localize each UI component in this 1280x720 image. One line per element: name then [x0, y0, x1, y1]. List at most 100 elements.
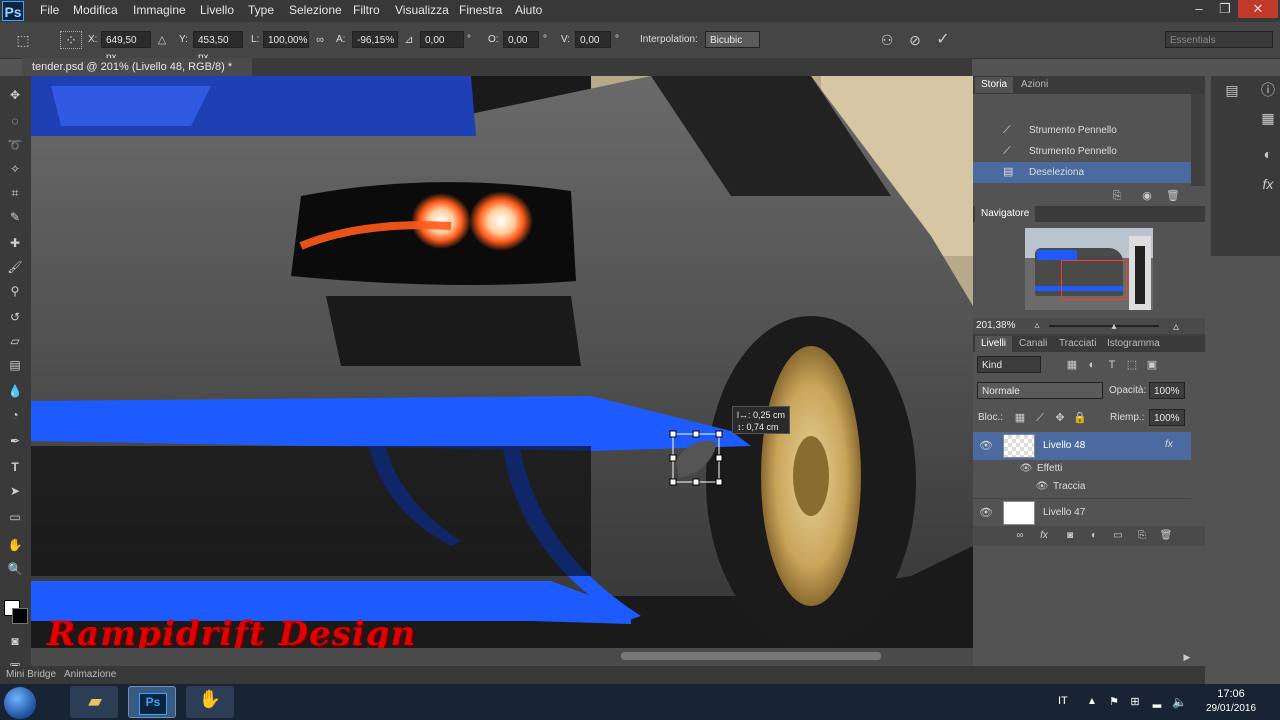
taskbar-app[interactable]: ✋	[186, 686, 234, 718]
height-field[interactable]: -96,15%	[352, 31, 398, 48]
adjustment-layer-icon[interactable]: ◐	[1087, 528, 1101, 544]
layer-filter-select[interactable]: Kind	[977, 356, 1041, 373]
add-style-icon[interactable]: fx	[1037, 528, 1051, 544]
lock-transparency-icon[interactable]: ▦	[1013, 410, 1027, 426]
navigator-zoom[interactable]: 201,38%	[976, 320, 1015, 331]
document-tab[interactable]: tender.psd @ 201% (Livello 48, RGB/8) *	[22, 58, 252, 76]
opacity-field[interactable]: 100%	[1149, 382, 1185, 399]
network-icon[interactable]: ▂	[1150, 694, 1164, 710]
hand-tool-icon[interactable]: ✋	[5, 536, 25, 554]
width-field[interactable]: 100,00%	[263, 31, 309, 48]
lasso-tool-icon[interactable]: ➰	[5, 136, 25, 154]
filter-type-icon[interactable]: T	[1105, 357, 1119, 373]
layer-row[interactable]: 👁 Livello 48 fx	[973, 432, 1191, 460]
menu-type[interactable]: Type	[248, 3, 274, 17]
background-color-swatch[interactable]	[12, 608, 28, 624]
tab-azioni[interactable]: Azioni	[1015, 77, 1054, 93]
tab-animazione[interactable]: Animazione	[64, 669, 116, 680]
history-item[interactable]: ▤ Deseleziona	[973, 162, 1191, 183]
menu-finestra[interactable]: Finestra	[459, 3, 502, 17]
new-layer-icon[interactable]: ⎘	[1135, 528, 1149, 544]
v-skew-field[interactable]: 0,00	[575, 31, 611, 48]
menu-livello[interactable]: Livello	[200, 3, 234, 17]
workspace-select[interactable]: Essentials	[1165, 31, 1273, 48]
history-item[interactable]: ⟋ Strumento Pennello	[973, 120, 1191, 141]
filter-smart-icon[interactable]: ▣	[1145, 357, 1159, 373]
start-button[interactable]	[4, 687, 36, 719]
stroke-eye-icon[interactable]: 👁	[1035, 479, 1049, 495]
clock-time[interactable]: 17:06	[1208, 688, 1254, 700]
zoom-slider[interactable]	[1049, 325, 1159, 327]
fx-icon[interactable]: fx	[1165, 439, 1173, 450]
filter-pixel-icon[interactable]: ▦	[1065, 357, 1079, 373]
warp-icon[interactable]: ⚇	[878, 32, 896, 48]
layer-name[interactable]: Livello 48	[1043, 440, 1085, 451]
zoom-in-icon[interactable]: ▵	[1168, 318, 1184, 334]
document-canvas[interactable]: l↔: 0,25 cm ↕: 0,74 cm Rampidrift Design	[31, 76, 973, 648]
menu-file[interactable]: File	[40, 3, 59, 17]
tab-canali[interactable]: Canali	[1013, 336, 1053, 352]
scroll-right-icon[interactable]: ▶	[1181, 649, 1193, 665]
x-field[interactable]: 649,50 px	[101, 31, 151, 63]
magic-wand-tool-icon[interactable]: ✧	[5, 160, 25, 178]
volume-icon[interactable]: 🔈	[1172, 694, 1187, 710]
minimize-button[interactable]: –	[1186, 0, 1212, 18]
tab-tracciati[interactable]: Tracciati	[1053, 336, 1102, 352]
menu-immagine[interactable]: Immagine	[133, 3, 186, 17]
menu-filtro[interactable]: Filtro	[353, 3, 380, 17]
filter-adjustment-icon[interactable]: ◐	[1085, 357, 1099, 373]
menu-visualizza[interactable]: Visualizza	[395, 3, 449, 17]
h-skew-field[interactable]: 0,00	[503, 31, 539, 48]
layer-name[interactable]: Livello 47	[1043, 507, 1085, 518]
y-field[interactable]: 453,50 px	[193, 31, 243, 63]
layer-stroke-row[interactable]: 👁 Traccia	[973, 478, 1191, 496]
flag-icon[interactable]: ⚑	[1108, 694, 1120, 710]
panel-icon-adjustments[interactable]: ◐	[1259, 146, 1277, 162]
taskbar-explorer[interactable]: ▰	[70, 686, 118, 718]
lock-all-icon[interactable]: 🔒	[1073, 410, 1087, 426]
blend-mode-select[interactable]: Normale	[977, 382, 1103, 399]
commit-transform-icon[interactable]: ✓	[934, 32, 952, 48]
trash-icon[interactable]: 🗑	[1165, 188, 1181, 204]
close-button[interactable]: ✕	[1238, 0, 1278, 18]
new-document-icon[interactable]: ⎘	[1109, 188, 1125, 204]
tray-arrow-icon[interactable]: ▲	[1086, 694, 1098, 710]
clone-stamp-tool-icon[interactable]: ⚲	[5, 282, 25, 300]
healing-brush-tool-icon[interactable]: ✚	[5, 234, 25, 252]
layer-row[interactable]: 👁 Livello 47	[973, 498, 1191, 527]
filter-shape-icon[interactable]: ⬚	[1125, 357, 1139, 373]
quick-mask-icon[interactable]: ◙	[5, 632, 25, 650]
zoom-slider-handle[interactable]: ▴	[1109, 319, 1119, 335]
visibility-eye-icon[interactable]: 👁	[979, 438, 993, 454]
marquee-tool-icon[interactable]: ◌	[5, 112, 25, 130]
lock-position-icon[interactable]: ✥	[1053, 410, 1067, 426]
tab-livelli[interactable]: Livelli	[975, 336, 1013, 352]
new-group-icon[interactable]: ▭	[1111, 528, 1125, 544]
history-item[interactable]: ⟋ Strumento Pennello	[973, 141, 1191, 162]
gradient-tool-icon[interactable]: ▤	[5, 356, 25, 374]
move-tool-icon[interactable]: ✥	[5, 86, 25, 104]
zoom-out-icon[interactable]: ▵	[1031, 318, 1043, 334]
menu-selezione[interactable]: Selezione	[289, 3, 342, 17]
panel-icon-swatches[interactable]: ▦	[1259, 110, 1277, 126]
tab-istogramma[interactable]: Istogramma	[1101, 336, 1166, 352]
link-layers-icon[interactable]: ∞	[1013, 528, 1027, 544]
cancel-transform-icon[interactable]: ⊘	[906, 32, 924, 48]
clock-date[interactable]: 29/01/2016	[1204, 703, 1258, 714]
tab-navigatore[interactable]: Navigatore	[975, 206, 1036, 222]
delete-layer-icon[interactable]: 🗑	[1159, 528, 1173, 544]
relative-position-icon[interactable]: △	[155, 32, 169, 48]
blur-tool-icon[interactable]: 💧	[5, 382, 25, 400]
navigator-view-box[interactable]	[1061, 260, 1127, 300]
type-tool-icon[interactable]: T	[5, 458, 25, 476]
eraser-tool-icon[interactable]: ▱	[5, 332, 25, 350]
fill-field[interactable]: 100%	[1149, 409, 1185, 426]
eyedropper-tool-icon[interactable]: ✎	[5, 208, 25, 226]
panel-icon-info[interactable]: ⓘ	[1259, 82, 1277, 98]
angle-field[interactable]: 0,00	[420, 31, 464, 48]
visibility-eye-icon[interactable]: 👁	[979, 505, 993, 521]
maximize-button[interactable]: ❐	[1212, 0, 1238, 18]
panel-icon-styles[interactable]: fx	[1259, 176, 1277, 192]
history-brush-tool-icon[interactable]: ↺	[5, 308, 25, 326]
brush-tool-icon[interactable]: 🖌	[5, 258, 25, 276]
